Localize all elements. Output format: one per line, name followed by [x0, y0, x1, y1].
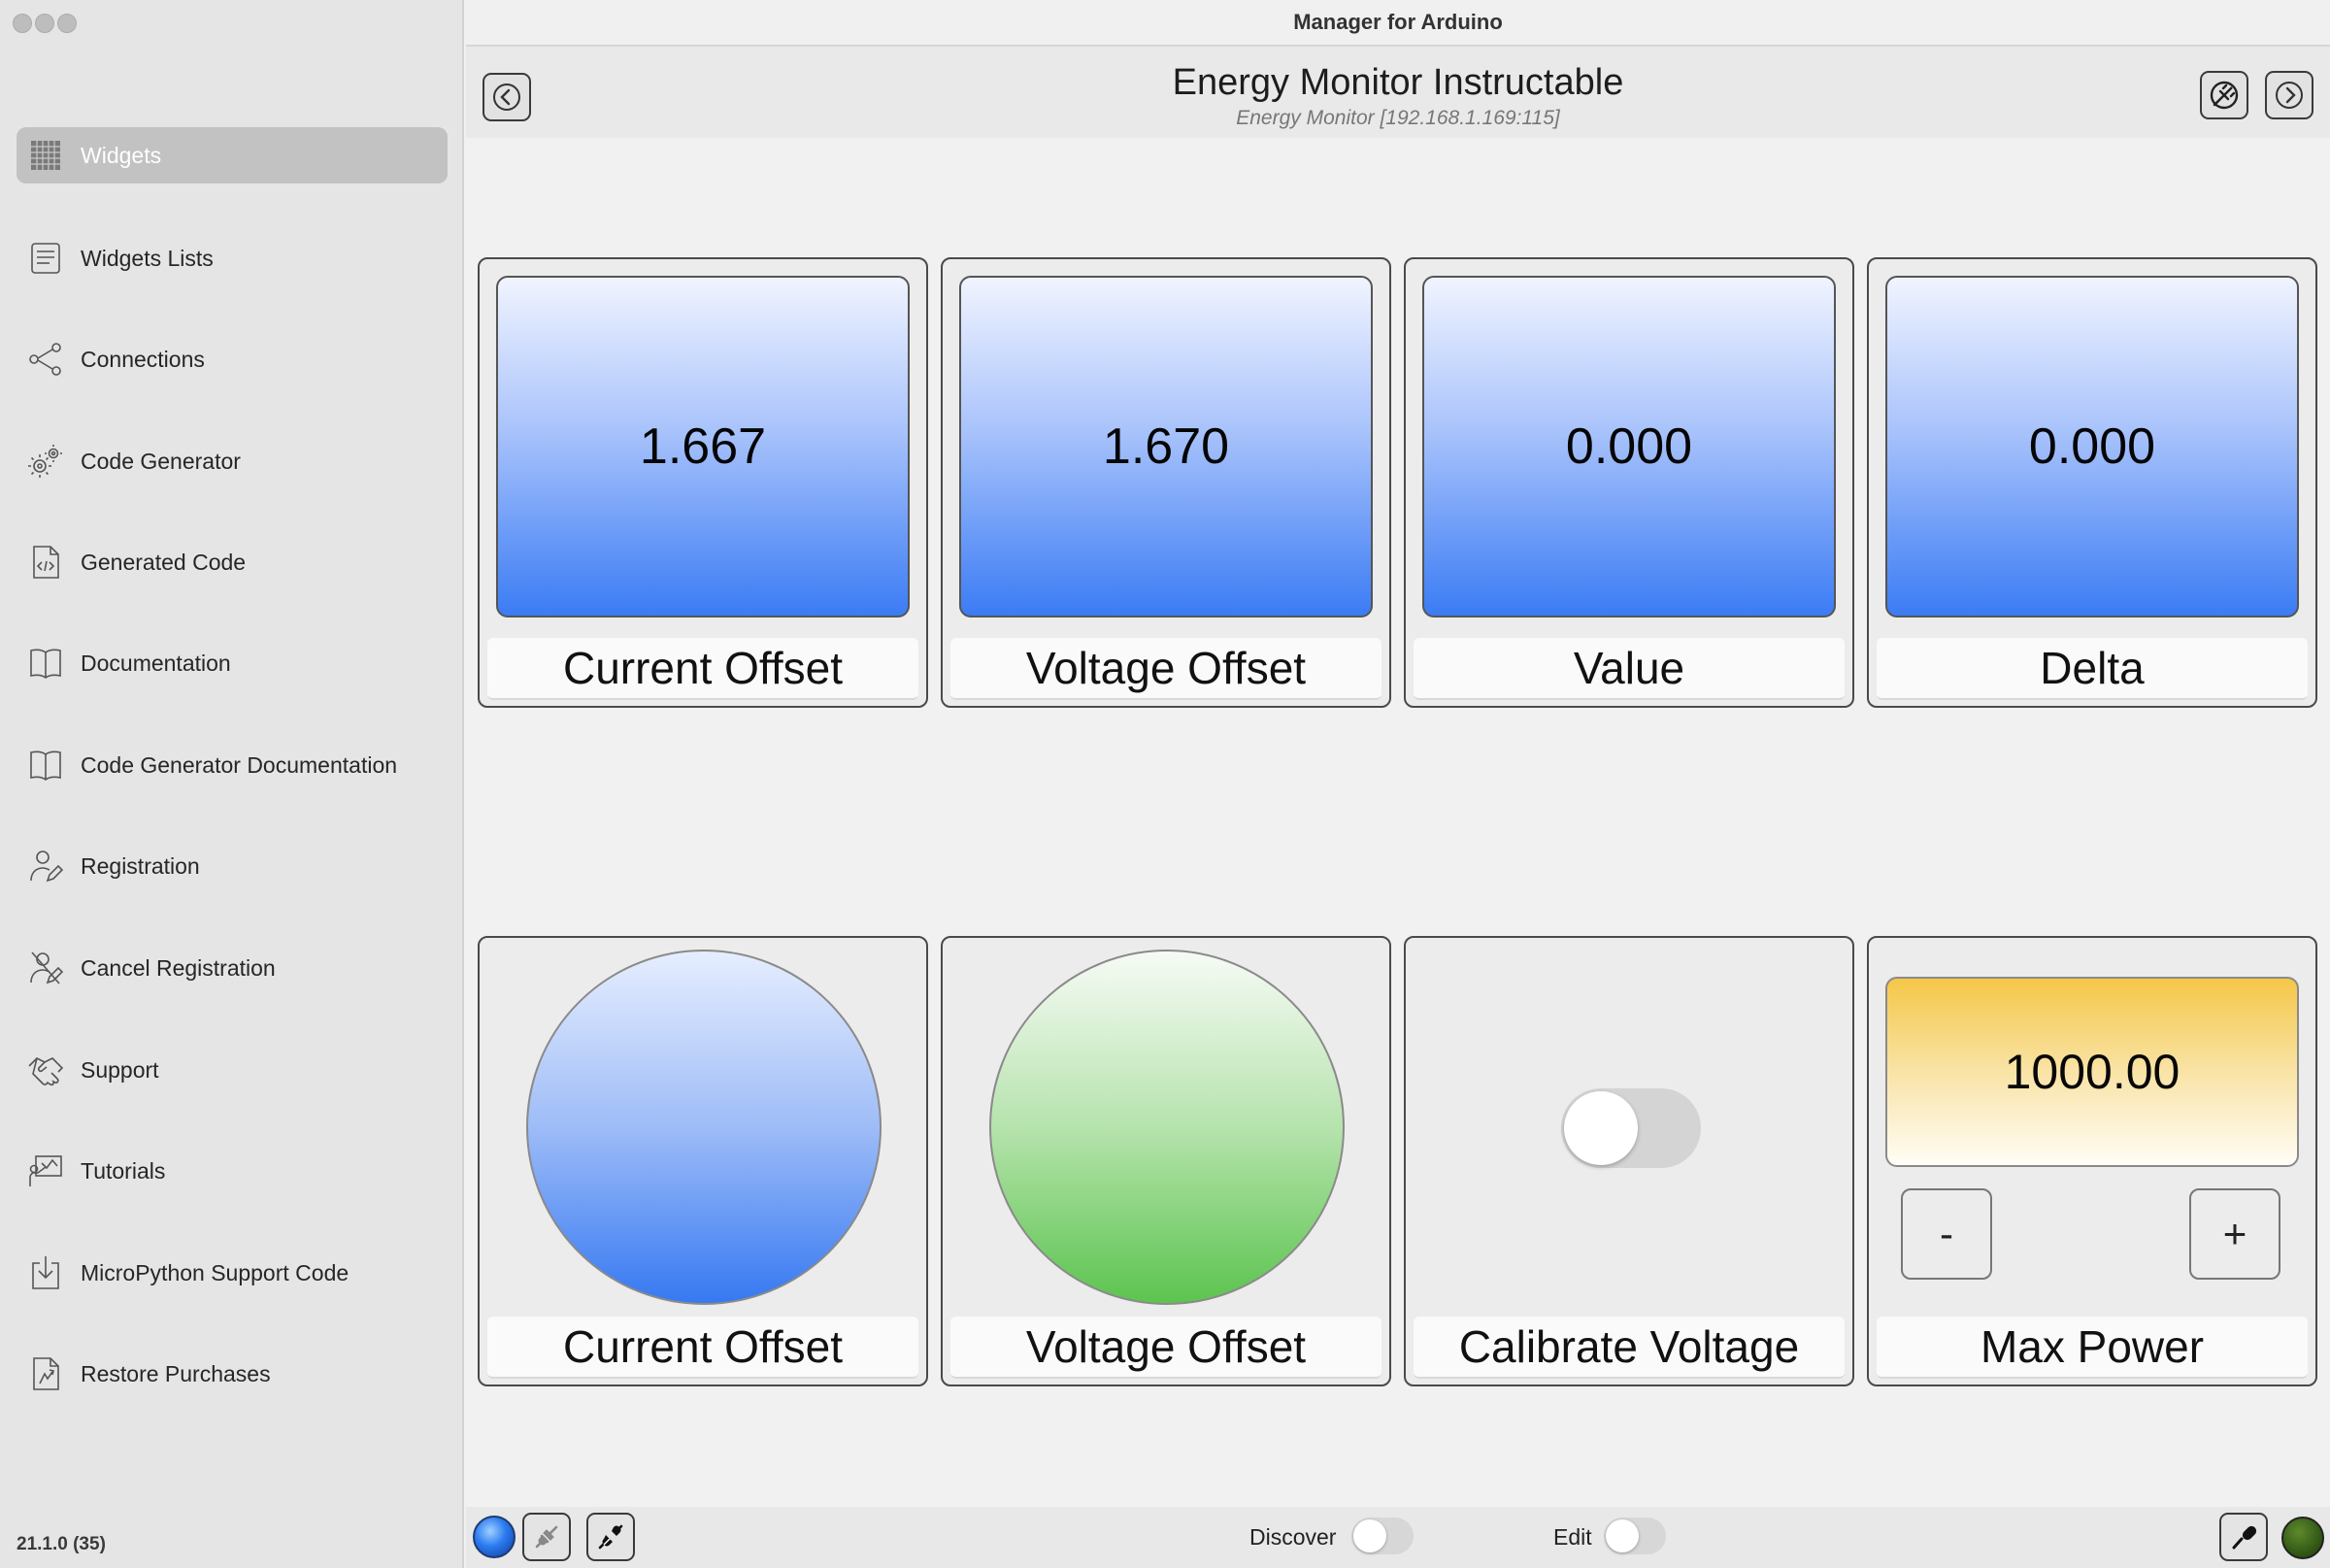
sidebar: Widgets Widgets Lists Connections Code G…	[0, 0, 464, 1568]
sidebar-item-label: Restore Purchases	[81, 1360, 271, 1386]
value-display-widget[interactable]: 1.667 Current Offset	[478, 257, 928, 708]
plug-disconnect-icon	[598, 1524, 623, 1550]
connect-button[interactable]	[522, 1513, 571, 1561]
sidebar-item-label: Widgets Lists	[81, 245, 214, 271]
list-document-icon	[24, 237, 67, 280]
connection-status-globe-icon[interactable]	[473, 1516, 516, 1558]
sidebar-item-label: Code Generator Documentation	[81, 751, 398, 778]
led-indicator-green	[989, 950, 1345, 1305]
status-led-icon	[2281, 1517, 2324, 1559]
gears-icon	[24, 440, 67, 483]
microphone-icon	[2232, 1525, 2257, 1550]
sidebar-item-documentation[interactable]: Documentation	[17, 635, 448, 691]
book-icon	[24, 642, 67, 684]
sidebar-item-tutorials[interactable]: Tutorials	[17, 1143, 448, 1199]
sidebar-item-generated-code[interactable]: Generated Code	[17, 534, 448, 590]
edit-label: Edit	[1553, 1524, 1592, 1550]
display-value: 0.000	[1885, 276, 2299, 617]
sidebar-item-cancel-registration[interactable]: Cancel Registration	[17, 940, 448, 996]
sidebar-item-label: Code Generator	[81, 448, 241, 474]
sidebar-item-connections[interactable]: Connections	[17, 331, 448, 387]
sidebar-item-label: Support	[81, 1056, 159, 1083]
sidebar-item-restore-purchases[interactable]: Restore Purchases	[17, 1346, 448, 1402]
chevron-right-circle-icon	[2276, 82, 2303, 109]
switch-widget: Calibrate Voltage	[1404, 936, 1854, 1386]
sidebar-item-registration[interactable]: Registration	[17, 838, 448, 894]
restore-file-icon	[24, 1352, 67, 1395]
value-display-widget[interactable]: 0.000 Delta	[1867, 257, 2317, 708]
sidebar-item-label: Connections	[81, 346, 205, 372]
sidebar-item-label: Widgets	[81, 142, 162, 168]
plug-icon	[535, 1525, 558, 1549]
version-label: 21.1.0 (35)	[17, 1534, 106, 1554]
plug-off-icon	[2210, 81, 2239, 110]
toggle-knob	[1353, 1519, 1386, 1552]
widgets-canvas: 1.667 Current Offset 1.670 Voltage Offse…	[466, 138, 2330, 1507]
widget-label: Calibrate Voltage	[1414, 1317, 1845, 1379]
sidebar-item-widgets[interactable]: Widgets	[17, 127, 448, 183]
sidebar-item-label: Tutorials	[81, 1157, 166, 1184]
increment-button[interactable]: +	[2189, 1188, 2280, 1280]
disconnect-plug-button[interactable]	[586, 1513, 635, 1561]
person-cross-icon	[24, 947, 67, 989]
led-widget[interactable]: Current Offset	[478, 936, 928, 1386]
forward-button[interactable]	[2265, 71, 2313, 119]
presentation-icon	[24, 1150, 67, 1192]
value-display-widget[interactable]: 1.670 Voltage Offset	[941, 257, 1391, 708]
decrement-button[interactable]: -	[1901, 1188, 1992, 1280]
sidebar-item-label: Generated Code	[81, 549, 247, 575]
display-value: 1.670	[959, 276, 1373, 617]
sidebar-item-label: MicroPython Support Code	[81, 1259, 350, 1285]
sidebar-item-code-generator-documentation[interactable]: Code Generator Documentation	[17, 737, 448, 793]
bottom-bar: Discover Edit	[466, 1507, 2330, 1568]
display-value: 1.667	[496, 276, 910, 617]
page-subtitle: Energy Monitor [192.168.1.169:115]	[1236, 107, 1560, 129]
zoom-window-button[interactable]	[57, 14, 77, 33]
sidebar-item-code-generator[interactable]: Code Generator	[17, 433, 448, 489]
widget-label: Current Offset	[487, 1317, 918, 1379]
led-widget[interactable]: Voltage Offset	[941, 936, 1391, 1386]
widget-label: Voltage Offset	[950, 1317, 1381, 1379]
voice-button[interactable]	[2219, 1513, 2268, 1561]
person-pen-icon	[24, 845, 67, 887]
discover-toggle[interactable]	[1351, 1518, 1414, 1554]
code-file-icon	[24, 541, 67, 584]
window-title: Manager for Arduino	[466, 0, 2330, 47]
handshake-icon	[24, 1049, 67, 1091]
minimize-window-button[interactable]	[35, 14, 54, 33]
disconnect-button[interactable]	[2200, 71, 2248, 119]
widget-label: Voltage Offset	[950, 638, 1381, 700]
download-file-icon	[24, 1251, 67, 1294]
page-title: Energy Monitor Instructable	[1172, 62, 1624, 103]
book-icon	[24, 744, 67, 786]
toggle-knob	[1564, 1091, 1638, 1165]
close-window-button[interactable]	[13, 14, 32, 33]
sidebar-item-label: Documentation	[81, 650, 231, 676]
widget-label: Value	[1414, 638, 1845, 700]
discover-label: Discover	[1249, 1524, 1337, 1550]
display-value: 0.000	[1422, 276, 1836, 617]
widget-label: Delta	[1877, 638, 2308, 700]
sidebar-item-support[interactable]: Support	[17, 1042, 448, 1098]
share-nodes-icon	[24, 338, 67, 381]
sidebar-item-label: Registration	[81, 852, 200, 879]
sidebar-item-widgets-lists[interactable]: Widgets Lists	[17, 230, 448, 286]
grid-icon	[24, 134, 67, 177]
led-indicator-blue	[526, 950, 882, 1305]
stepper-value: 1000.00	[1885, 977, 2299, 1167]
calibrate-voltage-toggle[interactable]	[1561, 1088, 1701, 1168]
toolbar: Energy Monitor Instructable Energy Monit…	[466, 47, 2330, 138]
widget-label: Max Power	[1877, 1317, 2308, 1379]
edit-toggle[interactable]	[1604, 1518, 1666, 1554]
sidebar-item-micropython-support-code[interactable]: MicroPython Support Code	[17, 1245, 448, 1301]
stepper-widget: 1000.00 - + Max Power	[1867, 936, 2317, 1386]
toggle-knob	[1606, 1519, 1639, 1552]
widget-label: Current Offset	[487, 638, 918, 700]
sidebar-item-label: Cancel Registration	[81, 954, 276, 981]
value-display-widget[interactable]: 0.000 Value	[1404, 257, 1854, 708]
